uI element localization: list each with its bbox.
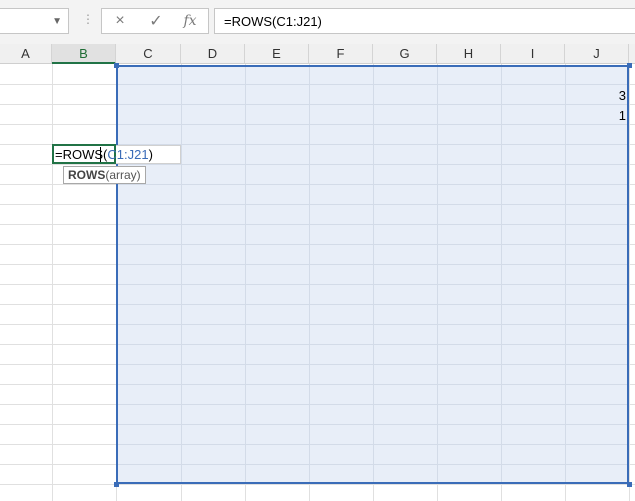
column-header-a[interactable]: A xyxy=(0,44,52,64)
range-handle-top-left[interactable] xyxy=(114,63,119,68)
column-header-g[interactable]: G xyxy=(373,44,437,64)
column-header-b[interactable]: B xyxy=(52,44,116,64)
column-header-k[interactable] xyxy=(629,44,635,64)
tooltip-args: (array) xyxy=(105,168,141,182)
formula-range-reference: C1:J21 xyxy=(107,147,149,162)
active-cell-formula[interactable]: =ROWS(C1:J21) xyxy=(55,147,153,162)
cancel-icon[interactable]: × xyxy=(110,12,130,30)
column-header-d[interactable]: D xyxy=(181,44,245,64)
text-cursor xyxy=(100,147,101,162)
formula-input[interactable]: =ROWS(C1:J21) xyxy=(214,8,635,34)
formula-suffix: ) xyxy=(148,147,153,162)
column-header-c[interactable]: C xyxy=(116,44,181,64)
more-options-icon[interactable]: ⋮ xyxy=(82,13,94,25)
column-header-h[interactable]: H xyxy=(437,44,501,64)
selected-range-border xyxy=(116,65,629,484)
range-handle-bottom-left[interactable] xyxy=(114,482,119,487)
column-header-j[interactable]: J xyxy=(565,44,629,64)
tooltip-function-name[interactable]: ROWS xyxy=(68,168,105,182)
enter-icon[interactable]: ✓ xyxy=(146,12,166,30)
function-tooltip[interactable]: ROWS(array) xyxy=(63,166,146,184)
name-box[interactable]: ▼ xyxy=(0,8,69,34)
formula-buttons: × ✓ fx xyxy=(101,8,209,34)
column-header-f[interactable]: F xyxy=(309,44,373,64)
range-handle-top-right[interactable] xyxy=(627,63,632,68)
range-handle-bottom-right[interactable] xyxy=(627,482,632,487)
formula-bar: ▼ ⋮ × ✓ fx =ROWS(C1:J21) xyxy=(0,0,635,44)
column-header-i[interactable]: I xyxy=(501,44,565,64)
column-header-e[interactable]: E xyxy=(245,44,309,64)
chevron-down-icon[interactable]: ▼ xyxy=(52,16,62,27)
insert-function-icon[interactable]: fx xyxy=(180,12,200,30)
cell-j4-value[interactable]: 3 xyxy=(586,88,626,103)
cell-j5-value[interactable]: 1 xyxy=(586,108,626,123)
